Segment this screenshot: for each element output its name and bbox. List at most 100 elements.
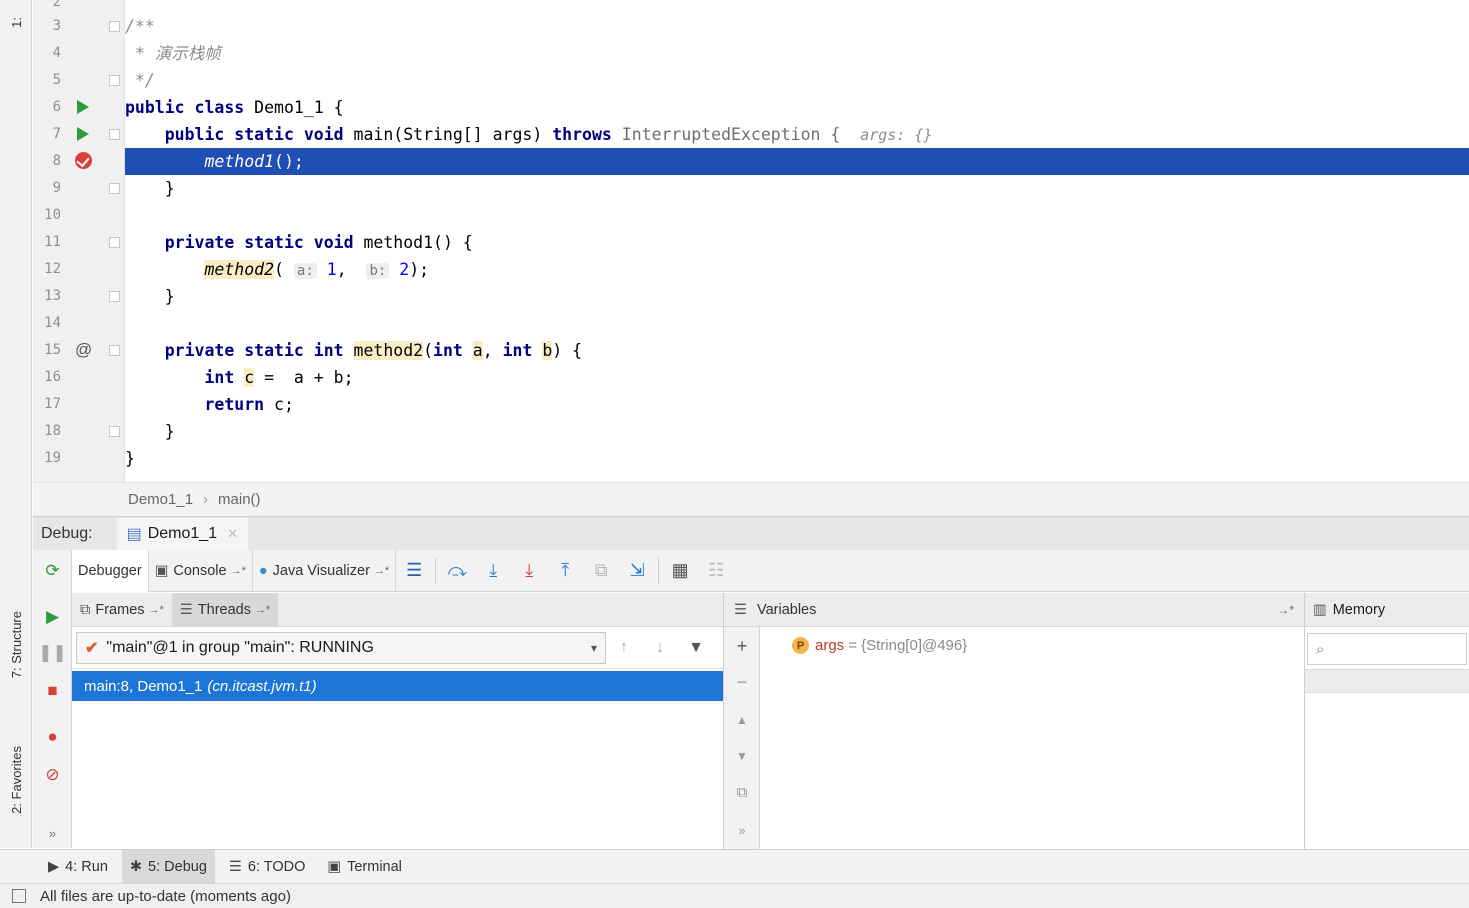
code-token: throws	[552, 125, 612, 144]
list-icon: ☰	[228, 858, 242, 875]
add-watch-icon[interactable]: +	[724, 631, 760, 661]
tool-windows-icon[interactable]	[12, 889, 26, 903]
copy-icon[interactable]: ⧉	[724, 777, 760, 807]
fold-icon[interactable]	[109, 21, 120, 32]
gutter-line: 9	[33, 175, 125, 202]
code-token: b	[542, 341, 553, 360]
pin-icon: →*	[148, 603, 164, 616]
tab-debugger[interactable]: Debugger	[72, 549, 149, 592]
code-token: static	[244, 341, 304, 360]
code-token: int	[433, 341, 463, 360]
code-token: }	[164, 287, 175, 306]
more-icon[interactable]: »	[724, 815, 760, 845]
more-icon[interactable]: »	[33, 818, 72, 848]
code-token: = a + b;	[254, 368, 354, 387]
tab-terminal[interactable]: ▣ Terminal	[319, 850, 410, 884]
move-up-icon[interactable]: ▲	[724, 705, 760, 735]
structure-tool-tab[interactable]: 7: Structure	[0, 590, 32, 700]
line-number: 9	[52, 180, 61, 196]
line-number: 16	[44, 369, 61, 385]
pin-icon: →*	[255, 603, 271, 616]
run-gutter-icon[interactable]	[77, 127, 89, 141]
breadcrumb-class[interactable]: Demo1_1	[128, 491, 193, 508]
code-token: );	[409, 260, 430, 279]
editor-gutter: 2 3 4 5 6 7 8 9 10 11 12 13 14 15 @ 16 17…	[33, 0, 125, 482]
debug-session-tab[interactable]: ▤ Demo1_1 ✕	[116, 517, 248, 550]
variables-header: ☰ Variables →*	[724, 593, 1304, 627]
code-token: void	[313, 233, 354, 252]
thread-selector-row: ✔ "main"@1 in group "main": RUNNING ▾ ↑ …	[72, 627, 723, 669]
tab-frames[interactable]: ⧉ Frames →*	[72, 593, 172, 627]
execution-point-line: method1();	[125, 148, 1469, 175]
show-execution-point-icon[interactable]: ☰	[396, 550, 432, 592]
fold-icon[interactable]	[109, 75, 120, 86]
variable-row[interactable]: P args = {String[0]@496}	[792, 637, 967, 654]
trace-stream-icon[interactable]: ☷	[698, 550, 734, 592]
close-icon[interactable]: ✕	[227, 526, 238, 542]
tab-java-visualizer[interactable]: ● Java Visualizer →*	[253, 549, 397, 592]
drop-frame-icon[interactable]: ⧉	[583, 550, 619, 592]
pin-icon[interactable]: →*	[1277, 603, 1294, 617]
tab-todo[interactable]: ☰ 6: TODO	[221, 850, 313, 884]
thread-select[interactable]: ✔ "main"@1 in group "main": RUNNING ▾	[76, 631, 606, 664]
fold-icon[interactable]	[109, 345, 120, 356]
resume-icon[interactable]: ▶	[33, 602, 72, 632]
tab-console[interactable]: ▣ Console →*	[149, 549, 253, 592]
arrow-down-icon[interactable]: ↓	[642, 639, 678, 657]
remove-watch-icon[interactable]: −	[724, 667, 760, 697]
status-bar: All files are up-to-date (moments ago)	[0, 883, 1469, 908]
parameter-hint: b:	[366, 263, 390, 279]
mute-breakpoints-icon[interactable]: ⊘	[33, 760, 72, 790]
fold-icon[interactable]	[109, 237, 120, 248]
debug-label: Debug:	[41, 524, 93, 542]
move-down-icon[interactable]: ▼	[724, 741, 760, 771]
code-line: private static void method1() {	[125, 229, 1469, 256]
run-gutter-icon[interactable]	[77, 100, 89, 114]
code-token: }	[164, 179, 175, 198]
code-token: private	[164, 341, 235, 360]
tab-threads-label: Threads	[197, 601, 251, 618]
breadcrumb-method[interactable]: main()	[218, 491, 261, 508]
favorites-tool-tab[interactable]: 2: Favorites	[0, 725, 32, 835]
thread-select-value: "main"@1 in group "main": RUNNING	[106, 638, 374, 656]
fold-icon[interactable]	[109, 129, 120, 140]
variables-title: Variables	[757, 601, 817, 618]
memory-search-input[interactable]: ⌕	[1307, 633, 1467, 665]
tab-run[interactable]: ▶ 4: Run	[40, 850, 116, 884]
arrow-up-icon[interactable]: ↑	[606, 639, 642, 657]
line-number: 4	[52, 45, 61, 61]
view-breakpoints-icon[interactable]: ●	[33, 722, 72, 752]
tab-debug[interactable]: ✱ 5: Debug	[121, 849, 215, 884]
line-number: 6	[52, 99, 61, 115]
fold-icon[interactable]	[109, 183, 120, 194]
step-into-icon[interactable]: ⤓	[475, 550, 511, 592]
code-line: }	[125, 418, 1469, 445]
terminal-icon: ▣	[327, 858, 342, 875]
code-token: ,	[336, 260, 347, 279]
tab-todo-label: 6: TODO	[247, 858, 306, 875]
breakpoint-icon[interactable]	[75, 152, 92, 169]
tab-threads[interactable]: ☰ Threads →*	[171, 592, 279, 627]
code-line: method2( a: 1, b: 2);	[125, 256, 1469, 283]
fold-icon[interactable]	[109, 426, 120, 437]
step-out-icon[interactable]: ⤒	[547, 550, 583, 592]
project-tool-tab[interactable]: 1:	[0, 2, 32, 42]
pin-icon: →*	[373, 564, 390, 577]
pause-icon[interactable]: ❚❚	[33, 638, 72, 668]
gutter-line: 19	[33, 445, 125, 472]
force-step-into-icon[interactable]: ⤓	[511, 550, 547, 592]
filter-icon[interactable]: ▼	[678, 639, 714, 657]
evaluate-expression-icon[interactable]: ▦	[662, 550, 698, 592]
step-over-icon[interactable]: ⤼	[439, 550, 475, 592]
debugger-toolbar: Debugger ▣ Console →* ● Java Visualizer →* ☰…	[72, 549, 1469, 592]
rerun-icon[interactable]: ⟳	[33, 556, 72, 586]
fold-icon[interactable]	[109, 291, 120, 302]
gutter-line: 7	[33, 121, 125, 148]
stop-icon[interactable]: ■	[33, 676, 72, 706]
code-editor[interactable]: 2 3 4 5 6 7 8 9 10 11 12 13 14 15 @ 16 17…	[33, 0, 1469, 482]
code-token: int	[313, 341, 344, 360]
gutter-line: 4	[33, 40, 125, 67]
run-to-cursor-icon[interactable]: ⇲	[619, 550, 655, 592]
frame-list-item[interactable]: main:8, Demo1_1 (cn.itcast.jvm.t1)	[72, 671, 723, 701]
code-line: /**	[125, 13, 1469, 40]
